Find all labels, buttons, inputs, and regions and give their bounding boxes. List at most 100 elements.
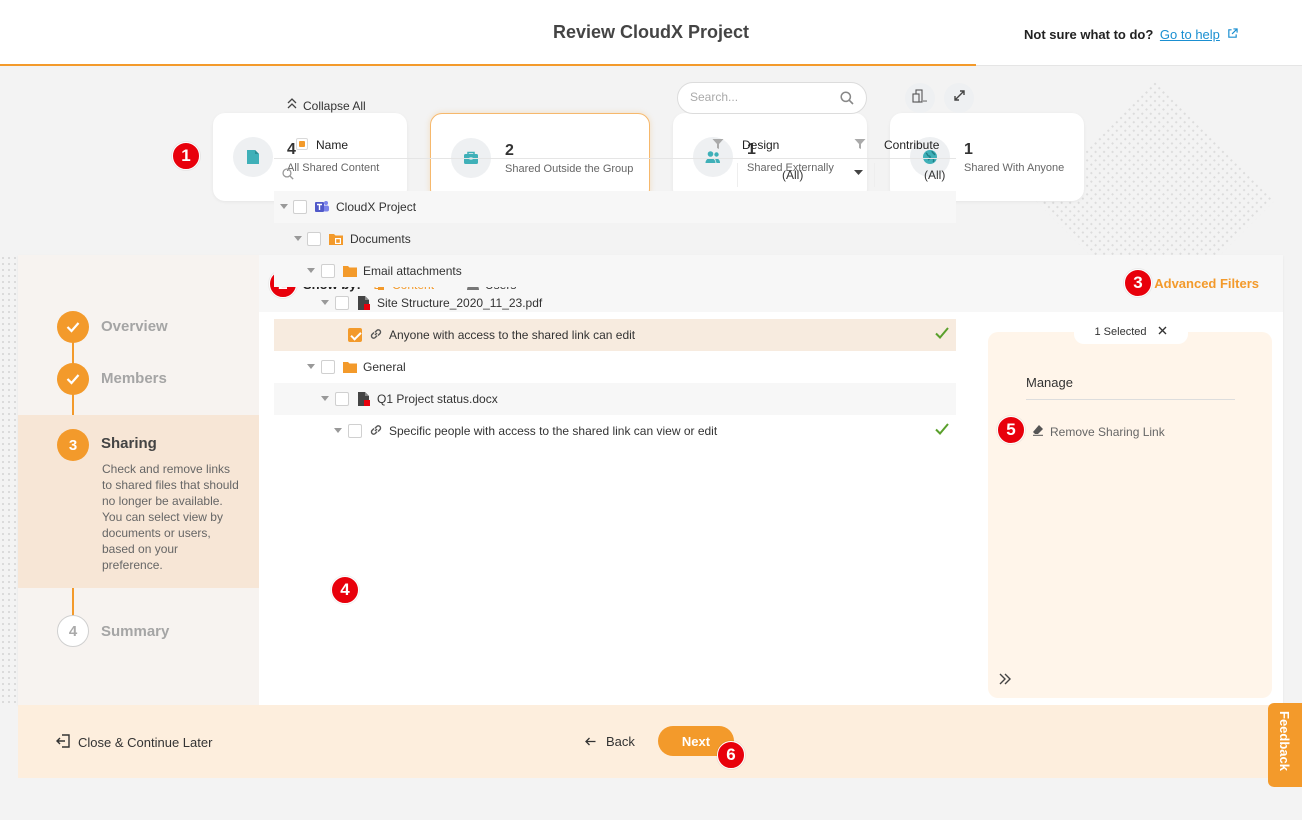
row-checkbox[interactable]: [335, 392, 349, 406]
divider: [1026, 399, 1235, 400]
step-title: Summary: [101, 623, 170, 640]
wizard-progress-bar: [0, 64, 976, 66]
tree-row[interactable]: Documents: [274, 223, 956, 255]
tree-row[interactable]: CloudX Project: [274, 191, 956, 223]
row-checkbox[interactable]: [335, 296, 349, 310]
step-description: Check and remove links to shared files t…: [102, 462, 239, 572]
annotation-badge-5: 5: [997, 416, 1025, 444]
arrow-left-icon: [585, 734, 596, 749]
search-icon[interactable]: [282, 168, 294, 183]
search-box: [677, 82, 867, 114]
folder-icon: [342, 359, 358, 375]
remove-sharing-link-button[interactable]: Remove Sharing Link: [1032, 424, 1165, 439]
column-header-design[interactable]: Design: [742, 138, 779, 152]
feedback-tab[interactable]: Feedback: [1268, 703, 1302, 787]
tree-row-selected[interactable]: Anyone with access to the shared link ca…: [274, 319, 956, 351]
row-checkbox[interactable]: [321, 264, 335, 278]
row-label: Anyone with access to the shared link ca…: [389, 328, 636, 342]
step-title: Members: [101, 370, 167, 387]
selected-count: 1 Selected: [1094, 326, 1147, 338]
collapse-all-label: Collapse All: [303, 98, 366, 113]
wizard-steps-sidebar: Overview Members 3 Sharing Check and rem…: [18, 255, 259, 705]
contribute-check-icon: [934, 325, 950, 344]
expand-icon: [953, 89, 966, 107]
search-input[interactable]: [690, 90, 830, 104]
collapse-arrow-icon[interactable]: [307, 268, 315, 273]
annotation-badge-6: 6: [717, 741, 745, 769]
tree-row[interactable]: Email attachments: [274, 255, 956, 287]
fullscreen-button[interactable]: [944, 83, 974, 113]
collapse-arrow-icon[interactable]: [280, 204, 288, 209]
column-divider: [874, 163, 875, 187]
help-link[interactable]: Go to help: [1160, 27, 1220, 42]
row-label: Site Structure_2020_11_23.pdf: [377, 296, 543, 310]
row-label: General: [363, 360, 406, 374]
column-divider: [737, 163, 738, 187]
close-continue-later-button[interactable]: Close & Continue Later: [56, 734, 212, 751]
row-label: Email attachments: [363, 264, 462, 278]
exit-icon: [56, 734, 70, 751]
tree-row[interactable]: Q1 Project status.docx: [274, 383, 956, 415]
collapse-arrow-icon[interactable]: [321, 300, 329, 305]
row-checkbox[interactable]: [293, 200, 307, 214]
check-icon: [57, 311, 89, 343]
step-summary[interactable]: 4 Summary: [18, 615, 259, 655]
search-icon: [840, 91, 854, 110]
column-chooser-icon: [912, 88, 928, 108]
external-link-icon: [1227, 28, 1238, 42]
step-sharing[interactable]: 3 Sharing Check and remove links to shar…: [18, 415, 259, 588]
annotation-badge-1: 1: [172, 142, 200, 170]
help-prompt: Not sure what to do?: [1024, 27, 1154, 42]
filter-icon[interactable]: [712, 138, 724, 153]
link-icon: [369, 327, 385, 343]
row-label: Q1 Project status.docx: [377, 392, 498, 406]
library-folder-icon: [328, 231, 344, 247]
row-checkbox-checked[interactable]: [348, 328, 362, 342]
column-chooser-button[interactable]: [905, 83, 935, 113]
step-title: Overview: [101, 318, 168, 335]
design-filter-value[interactable]: (All): [782, 168, 803, 182]
tree-row[interactable]: Specific people with access to the share…: [274, 415, 956, 447]
dot-pattern-decoration: [0, 255, 18, 705]
dropdown-arrow-icon[interactable]: [854, 168, 863, 179]
filter-icon[interactable]: [854, 138, 866, 153]
collapse-arrow-icon[interactable]: [321, 396, 329, 401]
close-icon[interactable]: [1158, 326, 1167, 338]
grid-header: Name Design Contribute: [274, 135, 956, 159]
step-title: Sharing: [101, 435, 157, 452]
row-checkbox[interactable]: [348, 424, 362, 438]
row-label: Specific people with access to the share…: [389, 424, 718, 438]
chevrons-right-icon[interactable]: [998, 672, 1012, 688]
remove-sharing-link-label: Remove Sharing Link: [1050, 424, 1165, 439]
tree-row[interactable]: General: [274, 351, 956, 383]
manage-heading: Manage: [1026, 375, 1073, 390]
back-label: Back: [606, 734, 635, 749]
select-all-checkbox[interactable]: [296, 138, 308, 150]
feedback-label: Feedback: [1277, 711, 1292, 771]
advanced-filters-link[interactable]: Advanced Filters: [1154, 276, 1259, 291]
document-icon: [233, 137, 273, 177]
contribute-filter-value[interactable]: (All): [924, 168, 945, 182]
step-number: 3: [57, 429, 89, 461]
collapse-arrow-icon[interactable]: [307, 364, 315, 369]
column-header-name[interactable]: Name: [316, 138, 348, 152]
step-members[interactable]: Members: [18, 359, 259, 399]
teams-icon: [314, 199, 330, 215]
folder-icon: [342, 263, 358, 279]
row-checkbox[interactable]: [321, 360, 335, 374]
close-continue-later-label: Close & Continue Later: [78, 735, 213, 750]
collapse-arrow-icon[interactable]: [334, 428, 342, 433]
collapse-all-button[interactable]: Collapse All: [287, 98, 366, 113]
grid-filter-row: (All) (All): [274, 159, 956, 191]
tree-row[interactable]: Site Structure_2020_11_23.pdf: [274, 287, 956, 319]
collapse-arrow-icon[interactable]: [294, 236, 302, 241]
stat-count: 1: [964, 141, 973, 158]
row-checkbox[interactable]: [307, 232, 321, 246]
chevrons-up-icon: [287, 98, 297, 113]
annotation-badge-3: 3: [1124, 269, 1152, 297]
step-overview[interactable]: Overview: [18, 307, 259, 347]
link-icon: [369, 423, 385, 439]
column-header-contribute[interactable]: Contribute: [884, 138, 939, 152]
stat-label: Shared With Anyone: [964, 162, 1065, 174]
back-button[interactable]: Back: [585, 734, 635, 749]
